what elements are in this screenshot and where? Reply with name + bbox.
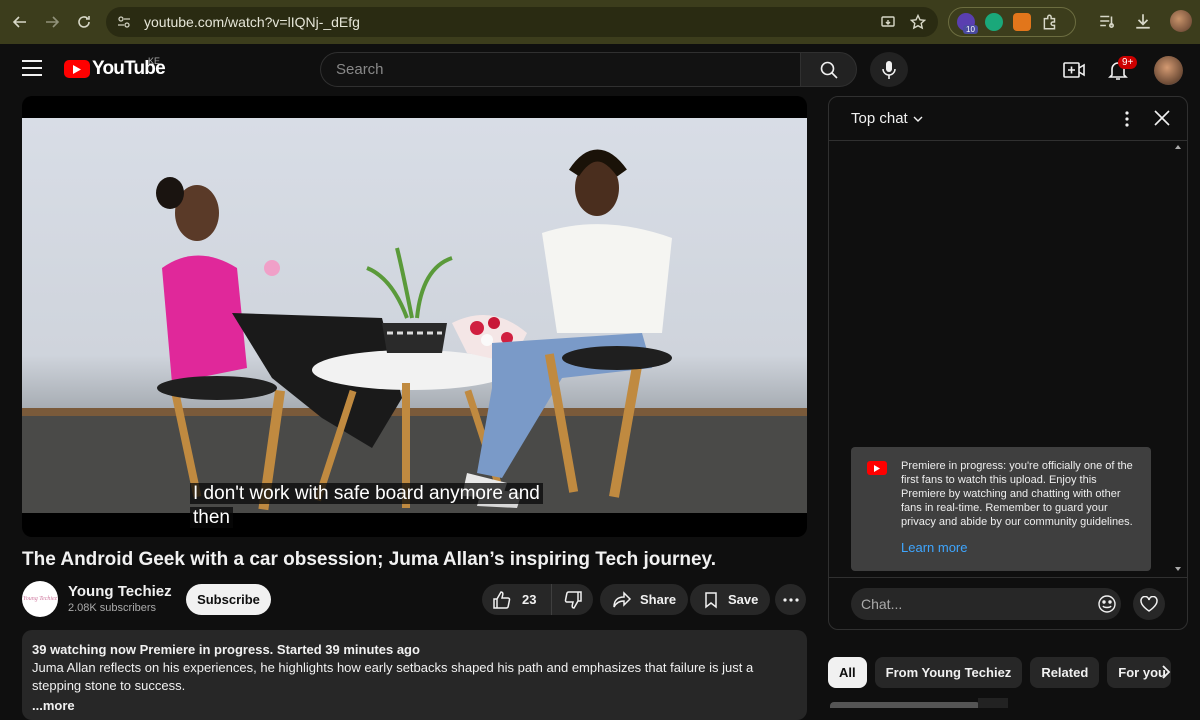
search-input[interactable]: Search — [320, 52, 800, 87]
chat-input[interactable]: Chat... — [851, 588, 1121, 620]
like-dislike-group: 23 — [482, 584, 593, 615]
browser-profile-avatar[interactable] — [1170, 10, 1192, 32]
recommendation-thumbnail-label — [978, 698, 1008, 708]
bookmark-star-icon[interactable] — [910, 14, 926, 30]
share-arrow-icon — [613, 590, 632, 607]
microphone-icon — [882, 60, 896, 79]
share-button[interactable]: Share — [600, 584, 689, 615]
more-horizontal-icon — [782, 597, 799, 602]
chevron-right-icon[interactable] — [1156, 662, 1176, 682]
caption-line-1: I don't work with safe board anymore and — [190, 483, 543, 504]
live-chat-panel: Top chat Premiere in progress: you're of… — [828, 96, 1188, 630]
menu-icon[interactable] — [22, 60, 42, 76]
emoji-icon[interactable] — [1097, 594, 1117, 614]
channel-avatar-text: Young Techiez — [22, 596, 58, 602]
download-icon[interactable] — [1134, 12, 1152, 30]
description-more-link[interactable]: ...more — [32, 697, 797, 715]
extension-green-icon[interactable] — [985, 13, 1003, 31]
more-actions-button[interactable] — [775, 584, 806, 615]
heart-icon — [1140, 596, 1158, 612]
channel-avatar[interactable]: Young Techiez — [22, 581, 58, 617]
recommendation-thumbnail[interactable] — [830, 702, 980, 708]
like-count: 23 — [522, 592, 537, 607]
dislike-button[interactable] — [552, 584, 593, 615]
search-icon — [820, 61, 838, 79]
thumbs-down-icon — [564, 590, 582, 609]
back-icon[interactable] — [4, 6, 36, 38]
notification-badge: 9+ — [1118, 56, 1138, 69]
reading-list-icon[interactable] — [1098, 12, 1116, 30]
metamask-fox-icon[interactable] — [1013, 13, 1031, 31]
youtube-play-icon — [64, 60, 90, 78]
description-text: Juma Allan reflects on his experiences, … — [32, 660, 754, 693]
install-app-icon[interactable] — [880, 14, 896, 30]
forward-icon[interactable] — [36, 6, 68, 38]
filter-chips: All From Young Techiez Related For you — [828, 657, 1172, 688]
chat-scroll-down-arrow[interactable] — [1175, 567, 1181, 571]
subscribe-button[interactable]: Subscribe — [186, 584, 271, 615]
like-button[interactable]: 23 — [482, 584, 552, 615]
chevron-down-icon[interactable] — [912, 113, 924, 125]
account-avatar[interactable] — [1154, 56, 1183, 85]
chat-mode-dropdown[interactable]: Top chat — [851, 110, 908, 127]
premiere-message: Premiere in progress: you're officially … — [901, 460, 1133, 528]
video-player[interactable]: I don't work with safe board anymore and… — [22, 96, 807, 537]
chat-more-vert-icon[interactable] — [1125, 111, 1129, 127]
address-bar[interactable]: youtube.com/watch?v=lIQNj-_dEfg — [106, 7, 938, 37]
video-title: The Android Geek with a car obsession; J… — [22, 549, 716, 570]
premiere-notice: Premiere in progress: you're officially … — [851, 447, 1151, 571]
heart-reaction-button[interactable] — [1133, 588, 1165, 620]
country-code: KE — [148, 56, 161, 66]
learn-more-link[interactable]: Learn more — [901, 541, 1137, 555]
channel-name[interactable]: Young Techiez — [68, 583, 172, 600]
site-info-icon[interactable] — [116, 14, 132, 30]
browser-toolbar: youtube.com/watch?v=lIQNj-_dEfg 10 — [0, 0, 1200, 44]
voice-search-button[interactable] — [870, 52, 908, 87]
description-meta: 39 watching now Premiere in progress. St… — [32, 642, 420, 657]
chip-from-channel[interactable]: From Young Techiez — [874, 657, 1023, 688]
description-box[interactable]: 39 watching now Premiere in progress. St… — [22, 630, 807, 720]
youtube-play-icon — [867, 461, 887, 475]
search-bar: Search — [320, 52, 857, 87]
close-icon[interactable] — [1153, 109, 1171, 127]
create-video-icon[interactable] — [1062, 58, 1086, 82]
save-button[interactable]: Save — [690, 584, 771, 615]
extensions-group: 10 — [948, 7, 1076, 37]
save-label: Save — [728, 592, 759, 607]
search-button[interactable] — [800, 52, 857, 87]
share-label: Share — [640, 592, 677, 607]
caption-line-2: then — [190, 507, 233, 528]
chat-scroll-up-arrow[interactable] — [1175, 145, 1181, 149]
chip-related[interactable]: Related — [1030, 657, 1100, 688]
reload-icon[interactable] — [68, 6, 100, 38]
chip-all[interactable]: All — [828, 657, 867, 688]
extensions-puzzle-icon[interactable] — [1041, 13, 1059, 31]
video-scene-image — [22, 149, 807, 513]
subscriber-count: 2.08K subscribers — [68, 602, 157, 614]
chat-footer: Chat... — [829, 577, 1187, 629]
chat-header: Top chat — [829, 97, 1187, 141]
url-text: youtube.com/watch?v=lIQNj-_dEfg — [144, 14, 360, 30]
video-caption: I don't work with safe board anymore and… — [190, 482, 543, 530]
extension-badge: 10 — [963, 25, 978, 34]
video-frame — [22, 118, 807, 513]
extension-purple-icon[interactable]: 10 — [957, 13, 978, 34]
bookmark-icon — [705, 591, 717, 609]
thumbs-up-icon — [493, 590, 511, 609]
